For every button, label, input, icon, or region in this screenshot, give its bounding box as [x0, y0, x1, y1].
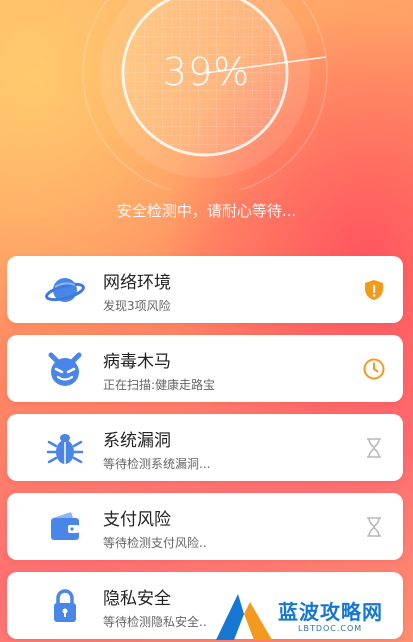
- scan-item-subtitle: 发现3项风险: [103, 299, 171, 313]
- scan-status-text: 安全检测中，请耐心等待...: [116, 202, 297, 220]
- bug-icon: [45, 428, 85, 468]
- devil-icon: [45, 349, 85, 389]
- watermark: 蓝波攻略网 LBTDOC.COM: [210, 590, 413, 642]
- watermark-logo-icon: [216, 594, 272, 640]
- scan-item-title: 病毒木马: [103, 352, 171, 372]
- wallet-icon: [45, 507, 85, 547]
- warning-shield-icon: [362, 278, 386, 302]
- scan-item-title: 系统漏洞: [103, 431, 171, 451]
- scan-item-subtitle: 等待检测支付风险..: [103, 536, 207, 550]
- scan-item-title: 网络环境: [103, 273, 171, 293]
- scan-item-system-vulnerability[interactable]: 系统漏洞 等待检测系统漏洞...: [7, 414, 403, 481]
- hourglass-icon: [362, 436, 386, 460]
- progress-ring-graphic: [82, 0, 328, 190]
- lock-icon: [45, 586, 85, 626]
- clock-icon: [362, 357, 386, 381]
- scan-item-virus[interactable]: 病毒木马 正在扫描:健康走路宝: [7, 335, 403, 402]
- scan-item-network[interactable]: 网络环境 发现3项风险: [7, 256, 403, 323]
- watermark-title: 蓝波攻略网: [278, 600, 383, 624]
- progress-percent-label: 39%: [162, 50, 251, 94]
- scan-item-subtitle: 等待检测隐私安全..: [103, 615, 207, 629]
- scan-item-subtitle: 正在扫描:健康走路宝: [103, 378, 216, 392]
- scan-item-title: 隐私安全: [103, 589, 171, 609]
- scan-item-title: 支付风险: [103, 510, 171, 530]
- planet-icon: [45, 270, 85, 310]
- scan-item-payment-risk[interactable]: 支付风险 等待检测支付风险..: [7, 493, 403, 560]
- scan-item-subtitle: 等待检测系统漏洞...: [103, 457, 211, 471]
- watermark-url: LBTDOC.COM: [298, 624, 363, 633]
- hourglass-icon: [362, 515, 386, 539]
- scan-progress-dial: 39%: [0, 0, 413, 190]
